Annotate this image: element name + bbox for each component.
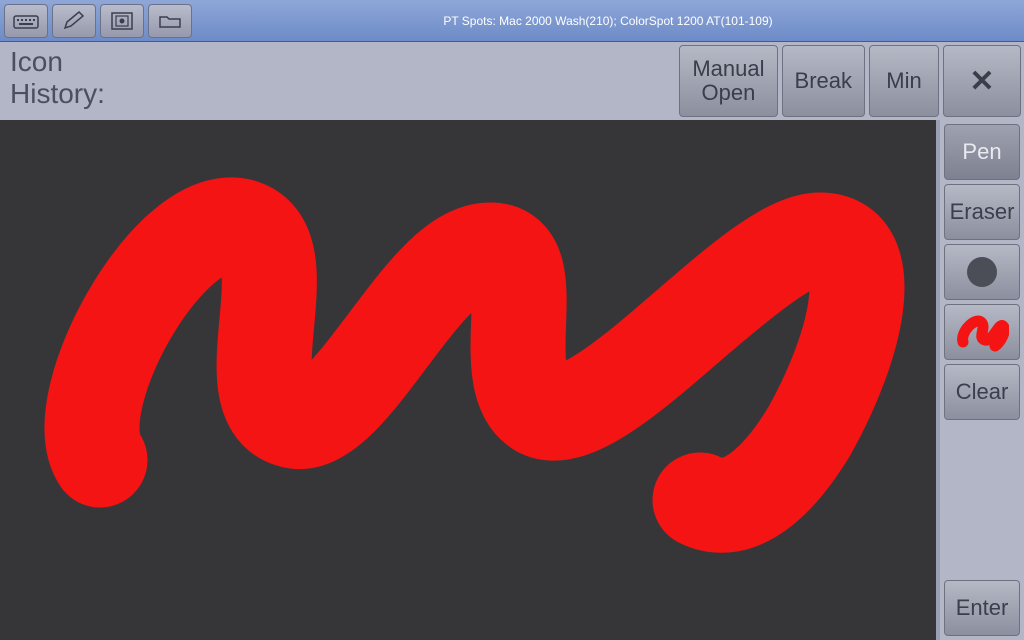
title-bar: PT Spots: Mac 2000 Wash(210); ColorSpot …	[0, 0, 1024, 42]
drawing-canvas[interactable]	[0, 120, 940, 640]
color-swatch-button[interactable]	[944, 304, 1020, 360]
pencil-icon-button[interactable]	[52, 4, 96, 38]
frame-icon-button[interactable]	[100, 4, 144, 38]
eraser-tool-button[interactable]: Eraser	[944, 184, 1020, 240]
folder-icon	[157, 10, 183, 32]
window-title: PT Spots: Mac 2000 Wash(210); ColorSpot …	[196, 14, 1020, 28]
manual-open-line2: Open	[702, 81, 756, 105]
enter-button[interactable]: Enter	[944, 580, 1020, 636]
manual-open-button[interactable]: Manual Open	[679, 45, 777, 117]
header-left: Icon History:	[0, 42, 679, 120]
keyboard-icon-button[interactable]	[4, 4, 48, 38]
history-label: History:	[10, 78, 669, 110]
pen-tool-button[interactable]: Pen	[944, 124, 1020, 180]
folder-icon-button[interactable]	[148, 4, 192, 38]
icon-label: Icon	[10, 46, 669, 78]
pencil-icon	[61, 10, 87, 32]
main-area: Pen Eraser Clear Enter	[0, 120, 1024, 640]
close-button[interactable]: ✕	[943, 45, 1021, 117]
sidebar-spacer	[944, 424, 1020, 576]
scribble-icon	[955, 312, 1009, 352]
header-right: Manual Open Break Min ✕	[679, 42, 1024, 120]
keyboard-icon	[13, 10, 39, 32]
drawn-stroke	[0, 120, 936, 640]
frame-icon	[109, 10, 135, 32]
dot-icon	[967, 257, 997, 287]
tool-sidebar: Pen Eraser Clear Enter	[940, 120, 1024, 640]
clear-button[interactable]: Clear	[944, 364, 1020, 420]
close-icon: ✕	[969, 65, 994, 98]
break-button[interactable]: Break	[782, 45, 865, 117]
header-bar: Icon History: Manual Open Break Min ✕	[0, 42, 1024, 120]
brush-size-button[interactable]	[944, 244, 1020, 300]
min-button[interactable]: Min	[869, 45, 939, 117]
manual-open-line1: Manual	[692, 57, 764, 81]
